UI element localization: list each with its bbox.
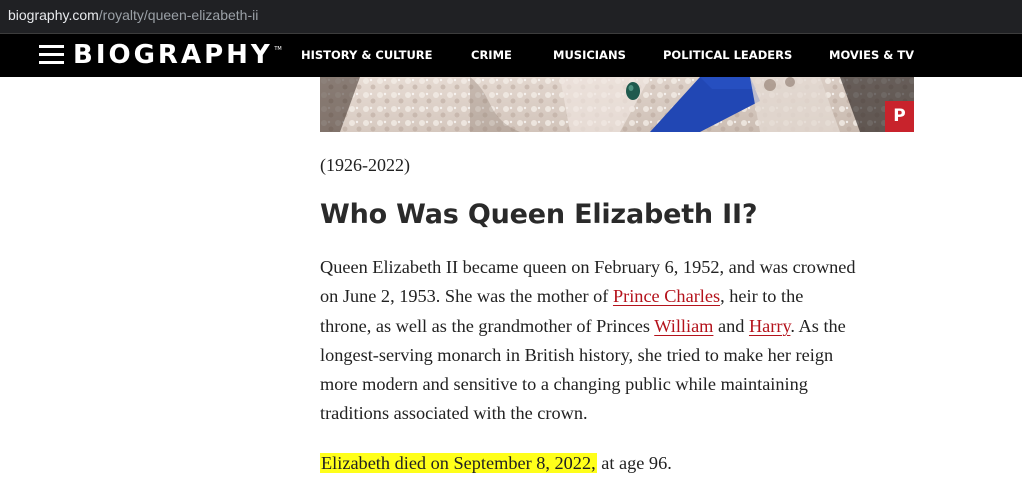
hamburger-menu-icon[interactable] [39, 45, 64, 65]
url-path: /royalty/queen-elizabeth-ii [98, 7, 259, 23]
link-prince-charles[interactable]: Prince Charles [613, 286, 720, 306]
highlighted-text: Elizabeth died on September 8, 2022, [320, 453, 597, 473]
nav-political-leaders[interactable]: POLITICAL LEADERS [663, 34, 792, 77]
hero-image [320, 77, 914, 132]
link-harry[interactable]: Harry [749, 316, 790, 336]
logo-text: BIOGRAPHY [73, 40, 273, 70]
browser-address-bar[interactable]: biography.com/royalty/queen-elizabeth-ii [0, 0, 1022, 34]
text-segment: and [713, 315, 749, 336]
paragraph-line: traditions associated with the crown. [320, 403, 588, 424]
url-text[interactable]: biography.com/royalty/queen-elizabeth-ii [8, 6, 258, 24]
url-domain: biography.com [8, 7, 99, 23]
nav-crime[interactable]: CRIME [471, 34, 512, 77]
logo-trademark: TM [274, 46, 282, 52]
site-header: BIOGRAPHY TM HISTORY & CULTURE CRIME MUSI… [0, 34, 1022, 77]
death-paragraph: Elizabeth died on September 8, 2022, at … [320, 449, 920, 478]
intro-paragraph: Queen Elizabeth II became queen on Febru… [320, 253, 920, 429]
pinterest-icon: P [893, 106, 906, 126]
pinterest-share-button[interactable]: P [885, 101, 914, 132]
nav-movies-tv[interactable]: MOVIES & TV [829, 34, 914, 77]
paragraph-line: more modern and sensitive to a changing … [320, 374, 808, 395]
text-segment: . As the [790, 315, 846, 336]
text-segment: at age 96. [596, 453, 672, 473]
paragraph-line: Queen Elizabeth II became queen on Febru… [320, 257, 856, 277]
text-segment: on June 2, 1953. She was the mother of [320, 286, 613, 307]
text-segment: , heir to the [720, 286, 804, 307]
nav-history-culture[interactable]: HISTORY & CULTURE [301, 34, 433, 77]
nav-musicians[interactable]: MUSICIANS [553, 34, 626, 77]
paragraph-line: longest-serving monarch in British histo… [320, 344, 834, 365]
article-heading: Who Was Queen Elizabeth II? [320, 199, 758, 230]
link-william[interactable]: William [654, 316, 713, 336]
paragraph-line: on June 2, 1953. She was the mother of P… [320, 282, 920, 311]
paragraph-line: throne, as well as the grandmother of Pr… [320, 312, 920, 341]
lifespan-years: (1926-2022) [320, 155, 410, 175]
site-logo[interactable]: BIOGRAPHY TM [73, 39, 282, 71]
text-segment: throne, as well as the grandmother of Pr… [320, 315, 655, 336]
